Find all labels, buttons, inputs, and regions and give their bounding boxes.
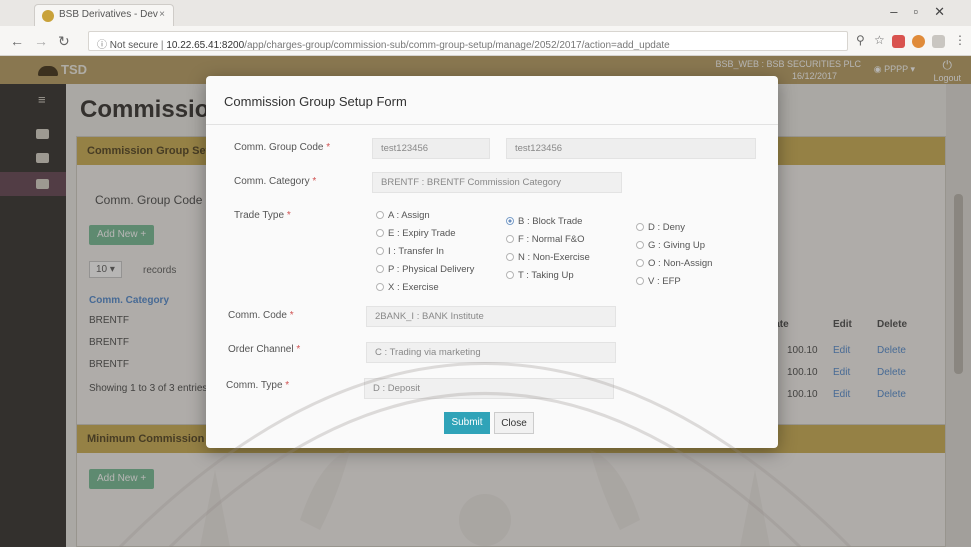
extension-gray-icon[interactable]	[932, 35, 945, 48]
address-bar-row: ← → ↻ ⓘ Not secure | 10.22.65.41:8200/ap…	[0, 26, 971, 56]
url-path: /app/charges-group/commission-sub/comm-g…	[244, 40, 670, 51]
tab-close-icon[interactable]: ×	[159, 9, 165, 20]
tab-title: BSB Derivatives - Dev	[59, 9, 158, 20]
modal-divider	[206, 124, 778, 125]
zoom-icon[interactable]: ⚲	[856, 33, 865, 47]
order-channel-label: Order Channel *	[228, 344, 301, 355]
radio-icon	[506, 271, 514, 279]
trade-type-option[interactable]: O : Non-Assign	[636, 258, 712, 269]
trade-type-label: Trade Type *	[234, 210, 291, 221]
comm-code-label: Comm. Code *	[228, 310, 294, 321]
forward-icon[interactable]: →	[34, 33, 48, 49]
comm-category-select[interactable]: BRENTF : BRENTF Commission Category	[372, 172, 622, 193]
favicon-icon	[42, 10, 54, 22]
trade-type-option[interactable]: V : EFP	[636, 276, 681, 287]
close-button[interactable]: Close	[494, 412, 534, 434]
info-icon: ⓘ	[97, 40, 110, 51]
extension-orange-icon[interactable]	[912, 35, 925, 48]
comm-group-code-field[interactable]: test123456	[372, 138, 490, 159]
trade-type-option[interactable]: E : Expiry Trade	[376, 228, 456, 239]
radio-icon	[636, 259, 644, 267]
order-channel-select[interactable]: C : Trading via marketing	[366, 342, 616, 363]
radio-icon	[376, 229, 384, 237]
trade-type-option[interactable]: D : Deny	[636, 222, 685, 233]
radio-icon	[376, 283, 384, 291]
url-host: 10.22.65.41:8200	[166, 40, 245, 51]
radio-icon	[506, 235, 514, 243]
comm-category-label: Comm. Category *	[234, 176, 317, 187]
radio-icon	[636, 223, 644, 231]
browser-tabbar: BSB Derivatives - Dev × –▫✕	[0, 0, 971, 26]
browser-tab[interactable]: BSB Derivatives - Dev ×	[34, 4, 174, 26]
radio-icon	[376, 211, 384, 219]
comm-code-select[interactable]: 2BANK_I : BANK Institute	[366, 306, 616, 327]
window-controls[interactable]: –▫✕	[890, 4, 961, 20]
back-icon[interactable]: ←	[10, 33, 24, 49]
trade-type-option[interactable]: N : Non-Exercise	[506, 252, 590, 263]
security-label: Not secure	[109, 40, 159, 51]
comm-type-select[interactable]: D : Deposit	[364, 378, 614, 399]
trade-type-option[interactable]: X : Exercise	[376, 282, 439, 293]
trade-type-option[interactable]: T : Taking Up	[506, 270, 574, 281]
trade-type-option[interactable]: P : Physical Delivery	[376, 264, 474, 275]
comm-type-label: Comm. Type *	[226, 380, 290, 391]
browser-menu-icon[interactable]: ⋮	[954, 33, 966, 47]
radio-icon	[376, 247, 384, 255]
radio-icon	[376, 265, 384, 273]
trade-type-option[interactable]: A : Assign	[376, 210, 430, 221]
comm-group-code-label: Comm. Group Code *	[234, 142, 331, 153]
trade-type-option[interactable]: F : Normal F&O	[506, 234, 585, 245]
reload-icon[interactable]: ↻	[58, 33, 70, 50]
bookmark-star-icon[interactable]: ☆	[874, 33, 885, 47]
trade-type-option[interactable]: G : Giving Up	[636, 240, 705, 251]
radio-icon	[636, 277, 644, 285]
extension-red-icon[interactable]	[892, 35, 905, 48]
comm-group-name-field[interactable]: test123456	[506, 138, 756, 159]
radio-icon	[636, 241, 644, 249]
url-field[interactable]: ⓘ Not secure | 10.22.65.41:8200/app/char…	[88, 31, 848, 51]
commission-group-setup-modal: Commission Group Setup Form Comm. Group …	[206, 76, 778, 448]
trade-type-option[interactable]: I : Transfer In	[376, 246, 444, 257]
radio-checked-icon	[506, 217, 514, 225]
modal-title: Commission Group Setup Form	[224, 94, 407, 109]
trade-type-option-selected[interactable]: B : Block Trade	[506, 216, 582, 227]
radio-icon	[506, 253, 514, 261]
submit-button[interactable]: Submit	[444, 412, 490, 434]
